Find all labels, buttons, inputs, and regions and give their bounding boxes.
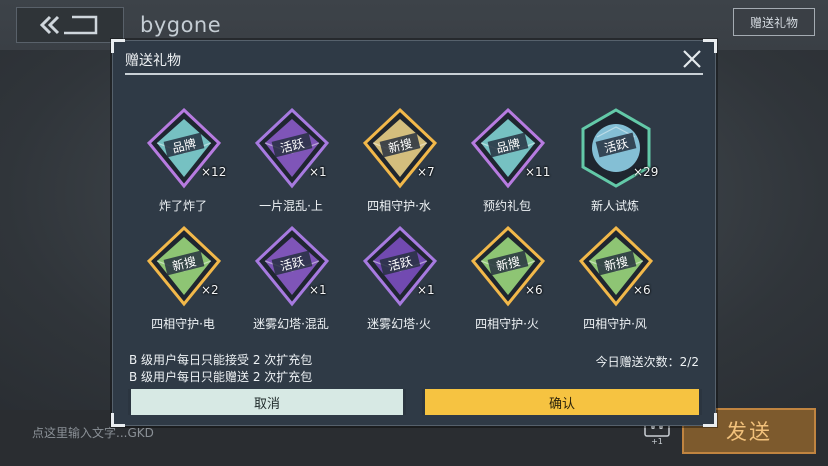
daily-gift-count: 今日赠送次数：2/2	[595, 355, 699, 369]
gift-label: 迷雾幻塔·混乱	[253, 317, 329, 331]
new-gem-icon: 新搜 ×2	[143, 225, 225, 307]
gift-label: 炸了炸了	[158, 199, 207, 213]
title-divider	[125, 73, 703, 75]
gift-count: ×6	[525, 283, 543, 297]
dialog-corner	[111, 413, 125, 427]
gift-count: ×1	[309, 283, 327, 297]
confirm-button[interactable]: 确认	[422, 389, 702, 415]
gift-label: 四相守护·电	[151, 317, 215, 331]
gift-label: 预约礼包	[482, 199, 531, 213]
close-icon	[683, 50, 701, 68]
gift-count: ×12	[201, 165, 227, 179]
new-gem-icon: 新搜 ×7	[359, 107, 441, 189]
brand-gem-icon: 品牌 ×12	[143, 107, 227, 189]
gift-count: ×7	[417, 165, 435, 179]
gift-count: ×11	[525, 165, 551, 179]
gift-item[interactable]: 新搜 ×2 四相守护·电	[133, 225, 233, 335]
gift-item[interactable]: 新搜 ×6 四相守护·风	[565, 225, 665, 335]
gift-item[interactable]: 品牌 ×12 炸了炸了	[133, 107, 233, 217]
gift-dialog: 赠送礼物 品牌 ×12 炸了炸了 活跃 ×1 一片混乱·上 新搜 ×7 四相守护·水 品牌 ×11 预…	[111, 39, 717, 427]
new-gem-icon: 新搜 ×6	[575, 225, 657, 307]
gift-label: 四相守护·风	[583, 317, 647, 331]
receive-limit-note: B 级用户每日只能接受 2 次扩充包	[129, 353, 313, 367]
gift-label: 新人试炼	[590, 199, 639, 213]
gift-count: ×6	[633, 283, 651, 297]
dialog-title: 赠送礼物	[125, 53, 181, 69]
back-arrow-icon	[39, 15, 98, 35]
gift-label: 一片混乱·上	[259, 199, 323, 213]
new-gem-icon: 新搜 ×6	[467, 225, 549, 307]
gift-label: 迷雾幻塔·火	[367, 317, 431, 331]
send-limit-note: B 级用户每日只能赠送 2 次扩充包	[129, 370, 313, 384]
gift-item[interactable]: 活跃 ×29 新人试炼	[565, 107, 665, 217]
gift-count: ×2	[201, 283, 219, 297]
gift-count: ×29	[633, 165, 659, 179]
gift-item[interactable]: 活跃 ×1 迷雾幻塔·混乱	[241, 225, 341, 335]
brand-gem-icon: 品牌 ×11	[467, 107, 551, 189]
dialog-corner	[111, 39, 125, 53]
back-button[interactable]	[16, 7, 124, 43]
emoji-badge: +1	[651, 436, 663, 446]
active-gem-round-icon: 活跃 ×29	[575, 107, 659, 189]
cancel-button[interactable]: 取消	[128, 389, 406, 415]
gift-label: 四相守护·水	[367, 199, 431, 213]
dialog-corner	[703, 413, 717, 427]
active-gem-icon: 活跃 ×1	[251, 107, 333, 189]
gift-label: 四相守护·火	[475, 317, 539, 331]
active-gem-icon: 活跃 ×1	[359, 225, 441, 307]
gift-item[interactable]: 品牌 ×11 预约礼包	[457, 107, 557, 217]
gift-count: ×1	[417, 283, 435, 297]
gift-item[interactable]: 新搜 ×6 四相守护·火	[457, 225, 557, 335]
gift-item[interactable]: 活跃 ×1 迷雾幻塔·火	[349, 225, 449, 335]
gift-button[interactable]: 赠送礼物	[733, 8, 815, 36]
gift-count: ×1	[309, 165, 327, 179]
active-gem-icon: 活跃 ×1	[251, 225, 333, 307]
close-button[interactable]	[679, 46, 705, 72]
dialog-corner	[703, 39, 717, 53]
chat-title: bygone	[140, 13, 222, 37]
gift-item[interactable]: 活跃 ×1 一片混乱·上	[241, 107, 341, 217]
gift-item[interactable]: 新搜 ×7 四相守护·水	[349, 107, 449, 217]
